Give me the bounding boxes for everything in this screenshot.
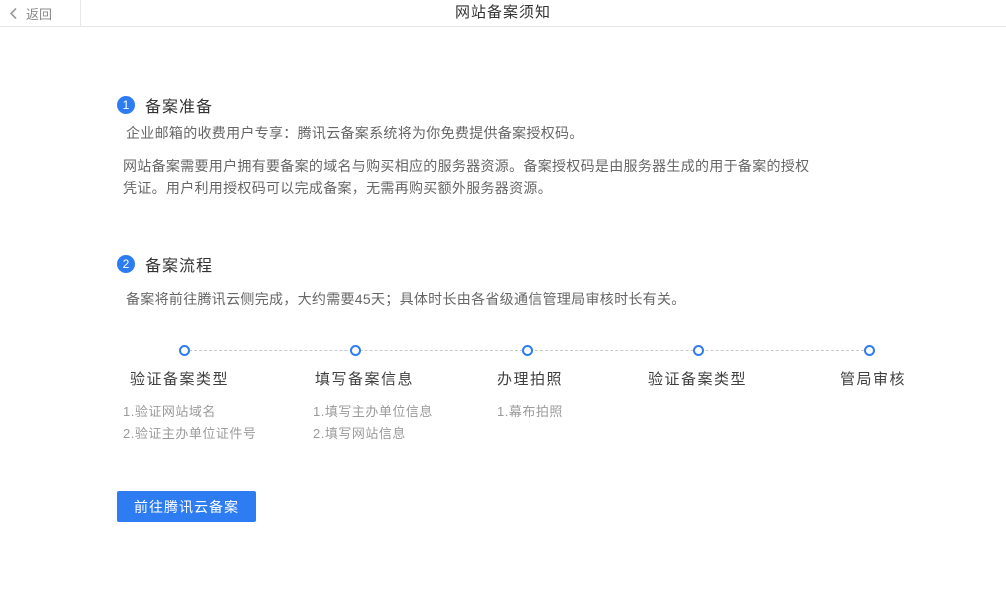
step-number-badge: 2 — [117, 255, 135, 273]
step-label-photo: 办理拍照 — [497, 368, 563, 389]
step-label-fill-info: 填写备案信息 — [315, 368, 414, 389]
substeps-verify-type: 1.验证网站域名 2.验证主办单位证件号 — [123, 401, 256, 445]
preparation-paragraph-2: 网站备案需要用户拥有要备案的域名与购买相应的服务器资源。备案授权码是由服务器生成… — [123, 155, 809, 199]
page-title: 网站备案须知 — [0, 0, 1006, 27]
substeps-photo: 1.幕布拍照 — [497, 401, 563, 423]
substep-item: 2.验证主办单位证件号 — [123, 423, 256, 445]
step-label-authority-review: 管局审核 — [840, 368, 906, 389]
step-marker-2 — [350, 345, 361, 356]
section-preparation-header: 1 备案准备 — [117, 93, 213, 117]
step-marker-4 — [693, 345, 704, 356]
step-label-verify-type: 验证备案类型 — [130, 368, 229, 389]
step-label-verify-type-2: 验证备案类型 — [648, 368, 747, 389]
substep-item: 2.填写网站信息 — [313, 423, 433, 445]
section-preparation-title: 备案准备 — [145, 93, 213, 117]
step-marker-5 — [864, 345, 875, 356]
process-stepper: 验证备案类型 填写备案信息 办理拍照 验证备案类型 管局审核 1.验证网站域名 … — [0, 345, 1006, 445]
preparation-paragraph-1: 企业邮箱的收费用户专享：腾讯云备案系统将为你免费提供备案授权码。 — [126, 122, 584, 144]
step-marker-1 — [179, 345, 190, 356]
go-to-tencent-cloud-filing-button[interactable]: 前往腾讯云备案 — [117, 491, 256, 522]
process-description: 备案将前往腾讯云侧完成，大约需要45天；具体时长由各省级通信管理局审核时长有关。 — [126, 288, 686, 310]
top-bar: 返回 网站备案须知 — [0, 0, 1006, 27]
substep-item: 1.填写主办单位信息 — [313, 401, 433, 423]
substeps-fill-info: 1.填写主办单位信息 2.填写网站信息 — [313, 401, 433, 445]
section-process-title: 备案流程 — [145, 252, 213, 276]
substep-item: 1.幕布拍照 — [497, 401, 563, 423]
substep-item: 1.验证网站域名 — [123, 401, 256, 423]
section-process-header: 2 备案流程 — [117, 252, 213, 276]
step-marker-3 — [522, 345, 533, 356]
step-number-badge: 1 — [117, 96, 135, 114]
